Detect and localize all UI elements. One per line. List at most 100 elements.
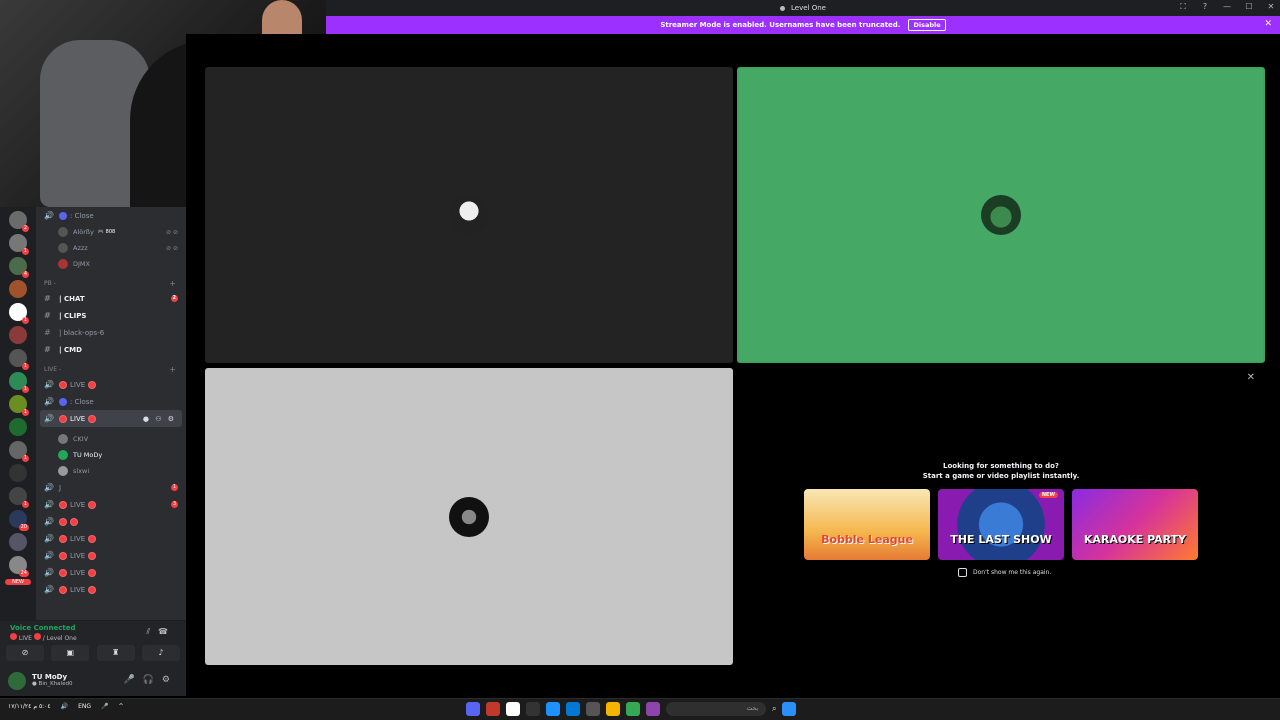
add-channel-icon[interactable]: +	[169, 365, 176, 374]
activity-card-title: Bobble League	[821, 533, 913, 546]
taskbar-apps: بحث ⌕	[466, 702, 797, 716]
settings-gear-icon[interactable]: ⚙	[162, 675, 178, 685]
discord-app-icon[interactable]	[466, 702, 480, 716]
voice-channel-live-active[interactable]: 🔊 LIVE ● ⚇ ⚙	[40, 410, 182, 427]
headphones-icon[interactable]: 🎧	[143, 675, 162, 685]
server-icon[interactable]: 1	[9, 303, 29, 324]
server-icon[interactable]	[9, 464, 27, 482]
participant-tile-speaking[interactable]	[737, 67, 1265, 363]
taskbar-search[interactable]: بحث	[666, 702, 766, 716]
noise-suppression-icon[interactable]: ⫽	[146, 627, 158, 636]
text-channel-cmd[interactable]: # | CMD	[36, 341, 186, 358]
participant-tile[interactable]	[205, 67, 733, 363]
live-dot-icon	[88, 551, 97, 560]
streamer-mode-text: Streamer Mode is enabled. Usernames have…	[660, 21, 901, 29]
app-icon[interactable]	[506, 702, 520, 716]
speaker-icon: 🔊	[44, 414, 54, 423]
server-icon[interactable]: 1	[9, 441, 29, 462]
voice-channel-j[interactable]: 🔊 J 1	[36, 479, 186, 496]
server-icon[interactable]: 24	[9, 556, 29, 577]
voice-user[interactable]: CKIV	[36, 431, 186, 447]
voice-channel-live[interactable]: 🔊 LIVE	[36, 564, 186, 581]
voice-connected-subtitle[interactable]: LIVE / Level One	[10, 633, 77, 642]
close-window-button[interactable]: ✕	[1266, 2, 1276, 12]
dont-show-label: Don't show me this again.	[973, 569, 1052, 576]
app-icon[interactable]	[546, 702, 560, 716]
text-channel-black-ops[interactable]: # | black-ops-6	[36, 324, 186, 341]
app-icon[interactable]	[586, 702, 600, 716]
app-icon[interactable]	[646, 702, 660, 716]
dont-show-again[interactable]: Don't show me this again.	[958, 568, 1051, 577]
voice-user[interactable]: DJMX	[36, 256, 186, 272]
live-dot-icon	[88, 568, 97, 577]
disconnect-icon[interactable]: ☎	[158, 627, 176, 636]
voice-user[interactable]: Alörßy 🎮 808 ⊘ ⊘	[36, 224, 186, 240]
voice-channel-live[interactable]: 🔊 LIVE 3	[36, 496, 186, 513]
server-icon[interactable]	[9, 418, 27, 436]
language-indicator[interactable]: ENG	[78, 703, 91, 710]
server-icon[interactable]: 2	[9, 211, 29, 232]
server-icon[interactable]: 1	[9, 372, 29, 393]
channel-label: : Close	[70, 397, 94, 406]
microphone-icon[interactable]: 🎤	[123, 675, 142, 685]
voice-channel-live[interactable]: 🔊 LIVE	[36, 581, 186, 598]
voice-user-self[interactable]: TU MoDy	[36, 447, 186, 463]
activity-card-last-show[interactable]: NEW THE LAST SHOW	[938, 489, 1064, 560]
channel-tools[interactable]: ● ⚇ ⚙	[143, 415, 176, 423]
disable-streamer-mode-button[interactable]: Disable	[908, 19, 946, 31]
activity-card-bobble-league[interactable]: Bobble League	[804, 489, 930, 560]
chrome-icon[interactable]	[626, 702, 640, 716]
outlook-icon[interactable]	[566, 702, 580, 716]
add-channel-icon[interactable]: +	[169, 279, 176, 288]
activity-button[interactable]: ♜	[96, 645, 135, 661]
text-channel-clips[interactable]: # | CLIPS	[36, 307, 186, 324]
live-dot-icon	[88, 585, 97, 594]
app-icon[interactable]	[486, 702, 500, 716]
dont-show-checkbox[interactable]	[958, 568, 967, 577]
voice-channel-close[interactable]: 🔊 : Close	[36, 207, 186, 224]
voice-channel-close[interactable]: 🔊 : Close	[36, 393, 186, 410]
text-channel-chat[interactable]: # | CHAT 2	[36, 290, 186, 307]
server-icon[interactable]: 1	[9, 395, 29, 416]
soundboard-button[interactable]: ♪	[141, 645, 180, 661]
taskbar-tray: ٥:٠٤ م ١٧/١١/٢٤ 🔊 ENG 🎤 ^	[8, 703, 124, 710]
inbox-icon[interactable]: ⛶	[1178, 2, 1188, 12]
user-avatar[interactable]	[8, 672, 26, 690]
participant-tile[interactable]	[205, 368, 733, 665]
server-icon[interactable]	[9, 280, 27, 298]
voice-channel-live[interactable]: 🔊 LIVE	[36, 530, 186, 547]
voice-channel-live[interactable]: 🔊 LIVE	[36, 547, 186, 564]
volume-icon[interactable]: 🔊	[61, 703, 68, 710]
camera-off-button[interactable]: ⊘	[6, 645, 44, 661]
close-icon[interactable]: ✕	[1247, 372, 1255, 383]
voice-user[interactable]: Azzz ⊘ ⊘	[36, 240, 186, 256]
windows-start-icon[interactable]	[782, 702, 797, 716]
server-icon[interactable]: 20	[9, 510, 29, 531]
screen-share-button[interactable]: ▣	[51, 645, 90, 661]
category-live[interactable]: LIVE - +	[36, 362, 186, 376]
maximize-button[interactable]: ☐	[1244, 2, 1254, 12]
server-icon[interactable]	[9, 533, 27, 551]
chevron-up-icon[interactable]: ^	[119, 703, 124, 710]
server-icon[interactable]: 1	[9, 234, 29, 255]
activity-card-karaoke-party[interactable]: KARAOKE PARTY	[1072, 489, 1198, 560]
app-icon[interactable]	[526, 702, 540, 716]
folder-icon[interactable]	[606, 702, 620, 716]
voice-user[interactable]: slxwi	[36, 463, 186, 479]
minimize-button[interactable]: —	[1222, 2, 1232, 12]
clock[interactable]: ٥:٠٤ م ١٧/١١/٢٤	[8, 703, 51, 710]
category-pb[interactable]: PB - +	[36, 276, 186, 290]
activity-card-title: THE LAST SHOW	[950, 533, 1052, 546]
voice-connected-title[interactable]: Voice Connected	[10, 624, 76, 632]
voice-channel-dots[interactable]: 🔊	[36, 513, 186, 530]
server-icon[interactable]: 4	[9, 257, 29, 278]
search-icon[interactable]: ⌕	[772, 704, 776, 714]
mic-icon[interactable]: 🎤	[101, 703, 108, 710]
server-icon[interactable]: 1	[9, 349, 29, 370]
server-icon[interactable]	[9, 326, 27, 344]
banner-close-icon[interactable]: ✕	[1264, 19, 1272, 29]
voice-channel-live[interactable]: 🔊 LIVE	[36, 376, 186, 393]
server-icon[interactable]: 1	[9, 487, 29, 508]
clock-time: ٥:٠٤ م	[33, 703, 51, 710]
help-icon[interactable]: ?	[1200, 2, 1210, 12]
